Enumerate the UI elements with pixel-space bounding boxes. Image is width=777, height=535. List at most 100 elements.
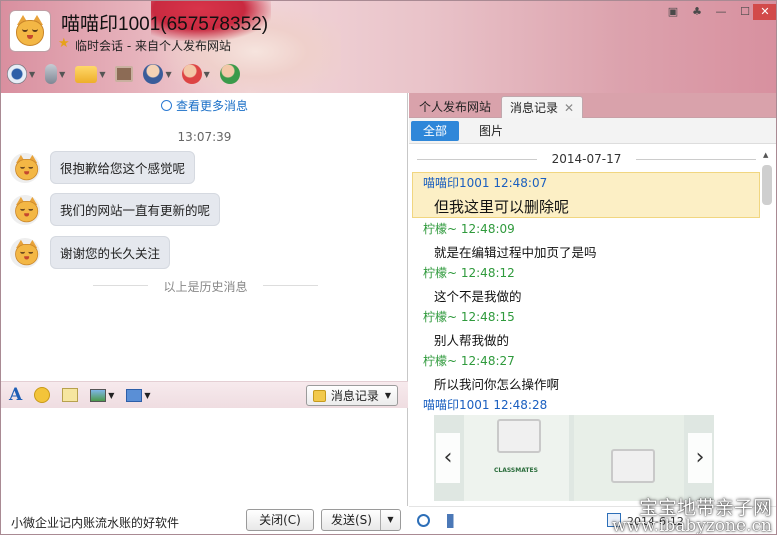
record-text: 但我这里可以删除呢 — [434, 198, 570, 216]
clock-icon — [160, 100, 172, 111]
app-icon — [143, 64, 164, 84]
file-transfer-icon — [75, 65, 98, 83]
sender-avatar[interactable] — [10, 194, 40, 225]
file-transfer-button[interactable]: ▼ — [75, 65, 105, 83]
filter-images[interactable]: 图片 — [467, 121, 515, 141]
cat-avatar-icon — [13, 14, 47, 48]
message-bubble: 谢谢您的长久关注 — [50, 236, 171, 269]
minimize-icon[interactable]: — — [711, 4, 731, 20]
maximize-icon[interactable]: ☐ — [735, 4, 755, 20]
history-scrollbar[interactable]: ▲ — [762, 151, 772, 507]
cat-avatar-icon — [13, 239, 39, 267]
record-sender: 喵喵印1001 12:48:28 — [423, 398, 548, 412]
app-button[interactable]: ▼ — [143, 64, 172, 84]
message-bubble: 很抱歉给您这个感觉呢 — [50, 151, 196, 184]
chevron-down-icon[interactable]: ▼ — [165, 70, 171, 79]
image-placeholder-icon — [497, 419, 541, 453]
remote-desktop-icon — [115, 66, 134, 82]
message-row: 很抱歉给您这个感觉呢 — [10, 151, 196, 184]
record-sender: 喵喵印1001 12:48:07 — [423, 176, 548, 190]
skin-icon[interactable]: ♣ — [687, 4, 707, 20]
chevron-down-icon[interactable]: ▼ — [144, 391, 150, 400]
chevron-down-icon[interactable]: ▼ — [29, 70, 35, 79]
close-button[interactable]: 关闭(C) — [246, 509, 314, 531]
session-subtitle: 临时会话 - 来自个人发布网站 — [75, 39, 231, 53]
block-icon — [181, 64, 202, 84]
voice-call-icon — [45, 64, 58, 84]
contact-name: 喵喵印1001(657578352) — [61, 14, 269, 35]
star-icon: ★ — [58, 36, 70, 51]
prev-image-icon[interactable]: ‹ — [436, 433, 460, 483]
record-text: 所以我问你怎么操作啊 — [434, 377, 560, 392]
filter-all[interactable]: 全部 — [411, 121, 460, 141]
history-filter-bar: 全部 图片 — [409, 118, 776, 144]
chevron-down-icon[interactable]: ▼ — [380, 510, 400, 530]
cat-avatar-icon — [13, 196, 39, 224]
image-placeholder-icon — [611, 449, 655, 483]
chevron-down-icon[interactable]: ▼ — [99, 70, 105, 79]
tab-message-history[interactable]: 消息记录 ✕ — [501, 96, 584, 118]
screenshot-icon[interactable] — [126, 388, 143, 402]
close-icon[interactable]: ✕ — [753, 4, 776, 20]
restore-icon[interactable]: ▣ — [663, 4, 683, 20]
next-image-icon[interactable]: › — [688, 433, 712, 483]
add-friend-button[interactable] — [219, 64, 240, 84]
image-preview[interactable]: CLASSMATES ‹ › — [434, 415, 714, 501]
record-text: 就是在编辑过程中加页了是吗 — [434, 245, 597, 260]
ad-link[interactable]: 小微企业记内账流水账的好软件 — [11, 514, 179, 531]
send-image-icon[interactable] — [90, 388, 107, 402]
sender-avatar[interactable] — [10, 152, 40, 183]
message-bubble: 我们的网站一直有更新的呢 — [50, 193, 221, 226]
search-icon[interactable] — [417, 514, 430, 527]
message-timestamp: 13:07:39 — [177, 130, 232, 144]
send-label: 发送(S) — [331, 513, 372, 527]
add-friend-icon — [219, 64, 240, 84]
chat-header: 喵喵印1001(657578352) ★ 临时会话 - 来自个人发布网站 ▣ ♣… — [1, 1, 776, 93]
record-text: 这个不是我做的 — [434, 289, 522, 304]
message-history-button[interactable]: 消息记录 ▼ — [305, 385, 398, 406]
chevron-down-icon[interactable]: ▼ — [59, 70, 65, 79]
sender-avatar[interactable] — [10, 237, 40, 268]
history-divider: 以上是历史消息 — [93, 278, 318, 295]
bottom-bar: 小微企业记内账流水账的好软件 关闭(C) 发送(S) ▼ — [1, 506, 408, 534]
font-icon[interactable]: A — [9, 385, 22, 405]
cat-avatar-icon — [13, 154, 39, 182]
chevron-down-icon[interactable]: ▼ — [204, 70, 210, 79]
record-sender: 柠檬~ 12:48:12 — [423, 266, 515, 280]
tab-label: 消息记录 — [510, 101, 559, 115]
side-panel-tabs: 个人发布网站 消息记录 ✕ — [409, 93, 776, 118]
input-toolbar: A ▼ ▼ 消息记录 ▼ — [1, 381, 408, 408]
emoji-icon[interactable] — [34, 387, 51, 403]
send-button[interactable]: 发送(S) ▼ — [321, 509, 401, 531]
magic-text-icon[interactable] — [62, 388, 79, 402]
contact-avatar[interactable] — [9, 10, 51, 52]
view-more-messages-link[interactable]: 查看更多消息 — [1, 97, 408, 114]
scrollbar-thumb[interactable] — [762, 165, 772, 205]
message-history-icon — [312, 389, 326, 402]
scroll-up-icon[interactable]: ▲ — [763, 151, 768, 159]
close-tab-icon[interactable]: ✕ — [564, 101, 574, 115]
chevron-down-icon: ▼ — [384, 391, 391, 400]
video-call-icon — [7, 64, 27, 84]
speaker-icon[interactable] — [447, 514, 461, 528]
side-panel: 个人发布网站 消息记录 ✕ 全部 图片 2014-07-17 喵喵印1001 12… — [409, 93, 776, 535]
date-divider: 2014-07-17 — [409, 152, 764, 166]
message-row: 谢谢您的长久关注 — [10, 236, 171, 269]
chat-toolbar: ▼ ▼ ▼ ▼ ▼ — [7, 61, 250, 87]
watermark-url: www.ibabyzone.cn — [611, 516, 772, 535]
message-history-label: 消息记录 — [330, 389, 379, 403]
remote-desktop-button[interactable] — [115, 66, 134, 82]
chevron-down-icon[interactable]: ▼ — [108, 391, 114, 400]
record-sender: 柠檬~ 12:48:27 — [423, 354, 515, 368]
record-sender: 柠檬~ 12:48:09 — [423, 222, 515, 236]
conversation-pane: 查看更多消息 13:07:39 很抱歉给您这个感觉呢 我们的网站一直有更新的呢 … — [1, 93, 408, 534]
video-call-button[interactable]: ▼ — [7, 64, 35, 84]
image-caption: CLASSMATES — [494, 467, 538, 474]
record-sender: 柠檬~ 12:48:15 — [423, 310, 515, 324]
message-row: 我们的网站一直有更新的呢 — [10, 193, 221, 226]
voice-call-button[interactable]: ▼ — [45, 64, 65, 84]
view-more-label: 查看更多消息 — [175, 99, 248, 113]
chat-window: 喵喵印1001(657578352) ★ 临时会话 - 来自个人发布网站 ▣ ♣… — [0, 0, 777, 535]
tab-personal-site[interactable]: 个人发布网站 — [411, 96, 499, 118]
block-button[interactable]: ▼ — [181, 64, 210, 84]
